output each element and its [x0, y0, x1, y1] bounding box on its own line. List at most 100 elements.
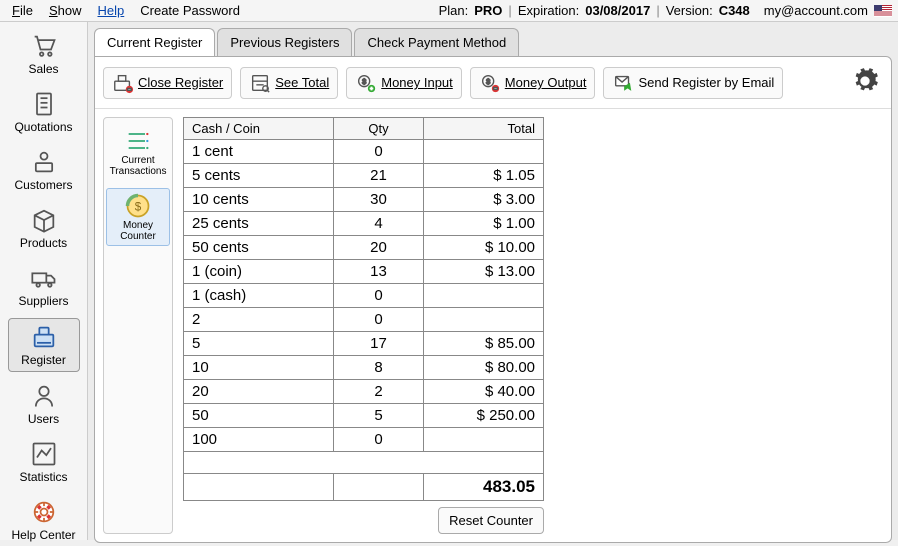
- nav-statistics[interactable]: Statistics: [8, 436, 80, 488]
- reset-counter-button[interactable]: Reset Counter: [438, 507, 544, 534]
- cell-denom: 1 cent: [184, 140, 334, 164]
- separator: |: [508, 3, 511, 18]
- truck-icon: [29, 264, 59, 292]
- header-denom: Cash / Coin: [184, 118, 334, 140]
- cell-total: $ 250.00: [424, 404, 544, 428]
- send-register-email-button[interactable]: Send Register by Email: [603, 67, 783, 99]
- cell-total: $ 3.00: [424, 188, 544, 212]
- money-out-icon: $: [479, 72, 501, 94]
- tabs: Current Register Previous Registers Chec…: [88, 22, 898, 56]
- cell-qty[interactable]: 30: [334, 188, 424, 212]
- cell-qty[interactable]: 0: [334, 308, 424, 332]
- nav-label: Statistics: [19, 470, 67, 484]
- nav-users[interactable]: Users: [8, 378, 80, 430]
- cell-total: [424, 284, 544, 308]
- cell-qty[interactable]: 0: [334, 140, 424, 164]
- menu-create-password[interactable]: Create Password: [134, 1, 246, 20]
- version-value: C348: [719, 3, 750, 18]
- table-row[interactable]: 505$ 250.00: [184, 404, 544, 428]
- register-close-icon: [112, 72, 134, 94]
- email-icon: [612, 72, 634, 94]
- tab-current-register[interactable]: Current Register: [94, 28, 215, 56]
- cell-qty[interactable]: 5: [334, 404, 424, 428]
- tab-check-payment-method[interactable]: Check Payment Method: [354, 28, 519, 56]
- money-in-icon: $: [355, 72, 377, 94]
- cell-total: $ 13.00: [424, 260, 544, 284]
- table-row[interactable]: 5 cents21$ 1.05: [184, 164, 544, 188]
- cell-qty[interactable]: 0: [334, 284, 424, 308]
- menu-show[interactable]: Show: [43, 1, 88, 20]
- grand-total-row: 483.05: [184, 474, 544, 501]
- cell-total: [424, 140, 544, 164]
- money-counter-icon: $: [123, 192, 153, 220]
- register-icon: [29, 323, 59, 351]
- nav-quotations[interactable]: Quotations: [8, 86, 80, 138]
- tab-previous-registers[interactable]: Previous Registers: [217, 28, 352, 56]
- nav-register[interactable]: Register: [8, 318, 80, 372]
- table-row[interactable]: 20: [184, 308, 544, 332]
- table-row[interactable]: 10 cents30$ 3.00: [184, 188, 544, 212]
- nav-label: Customers: [14, 178, 72, 192]
- table-row[interactable]: 202$ 40.00: [184, 380, 544, 404]
- cell-qty[interactable]: 0: [334, 428, 424, 452]
- cell-qty[interactable]: 21: [334, 164, 424, 188]
- nav-suppliers[interactable]: Suppliers: [8, 260, 80, 312]
- see-total-icon: [249, 72, 271, 94]
- table-row[interactable]: 50 cents20$ 10.00: [184, 236, 544, 260]
- settings-button[interactable]: [847, 63, 883, 102]
- cell-qty[interactable]: 20: [334, 236, 424, 260]
- cell-denom: 5 cents: [184, 164, 334, 188]
- nav-help-center[interactable]: Help Center: [8, 494, 80, 546]
- separator: |: [656, 3, 659, 18]
- table-row[interactable]: 25 cents4$ 1.00: [184, 212, 544, 236]
- close-register-button[interactable]: Close Register: [103, 67, 232, 99]
- cell-qty[interactable]: 2: [334, 380, 424, 404]
- svg-text:$: $: [486, 76, 490, 85]
- account-email[interactable]: my@account.com: [764, 3, 868, 18]
- cell-qty[interactable]: 8: [334, 356, 424, 380]
- button-label: Send Register by Email: [638, 75, 774, 90]
- cell-qty[interactable]: 17: [334, 332, 424, 356]
- cell-qty[interactable]: 4: [334, 212, 424, 236]
- menu-file[interactable]: File: [6, 1, 39, 20]
- cell-total: $ 10.00: [424, 236, 544, 260]
- menu-help[interactable]: Help: [92, 1, 131, 20]
- cell-qty[interactable]: 13: [334, 260, 424, 284]
- table-row[interactable]: 517$ 85.00: [184, 332, 544, 356]
- table-row[interactable]: 1 (coin)13$ 13.00: [184, 260, 544, 284]
- cell-total: $ 85.00: [424, 332, 544, 356]
- nav-sales[interactable]: Sales: [8, 28, 80, 80]
- nav-label: Suppliers: [18, 294, 68, 308]
- cell-denom: 1 (coin): [184, 260, 334, 284]
- table-row[interactable]: 1000: [184, 428, 544, 452]
- table-row[interactable]: 1 (cash)0: [184, 284, 544, 308]
- cell-total: $ 1.05: [424, 164, 544, 188]
- nav-customers[interactable]: Customers: [8, 144, 80, 196]
- nav-label: Register: [21, 353, 66, 367]
- money-input-button[interactable]: $ Money Input: [346, 67, 462, 99]
- nav-label: Users: [28, 412, 59, 426]
- cell-denom: 1 (cash): [184, 284, 334, 308]
- tabpane-current-register: Close Register See Total $ Money Input $…: [94, 56, 892, 543]
- sub-sidebar: Current Transactions $ Money Counter: [103, 117, 173, 534]
- svg-text:$: $: [362, 76, 366, 85]
- user-icon: [29, 382, 59, 410]
- svg-text:$: $: [135, 201, 142, 214]
- menubar: File Show Help Create Password Plan: PRO…: [0, 0, 898, 22]
- flag-us-icon[interactable]: [874, 5, 892, 17]
- money-output-button[interactable]: $ Money Output: [470, 67, 596, 99]
- table-row[interactable]: 108$ 80.00: [184, 356, 544, 380]
- cart-icon: [29, 32, 59, 60]
- cell-denom: 25 cents: [184, 212, 334, 236]
- sub-item-money-counter[interactable]: $ Money Counter: [106, 188, 170, 246]
- see-total-button[interactable]: See Total: [240, 67, 338, 99]
- customer-icon: [29, 148, 59, 176]
- cell-total: $ 40.00: [424, 380, 544, 404]
- table-row[interactable]: 1 cent0: [184, 140, 544, 164]
- sub-item-label: Current Transactions: [109, 155, 167, 177]
- sub-item-current-transactions[interactable]: Current Transactions: [106, 124, 170, 180]
- expiration-label: Expiration:: [518, 3, 579, 18]
- nav-products[interactable]: Products: [8, 202, 80, 254]
- cell-total: $ 80.00: [424, 356, 544, 380]
- toolbar: Close Register See Total $ Money Input $…: [95, 57, 891, 109]
